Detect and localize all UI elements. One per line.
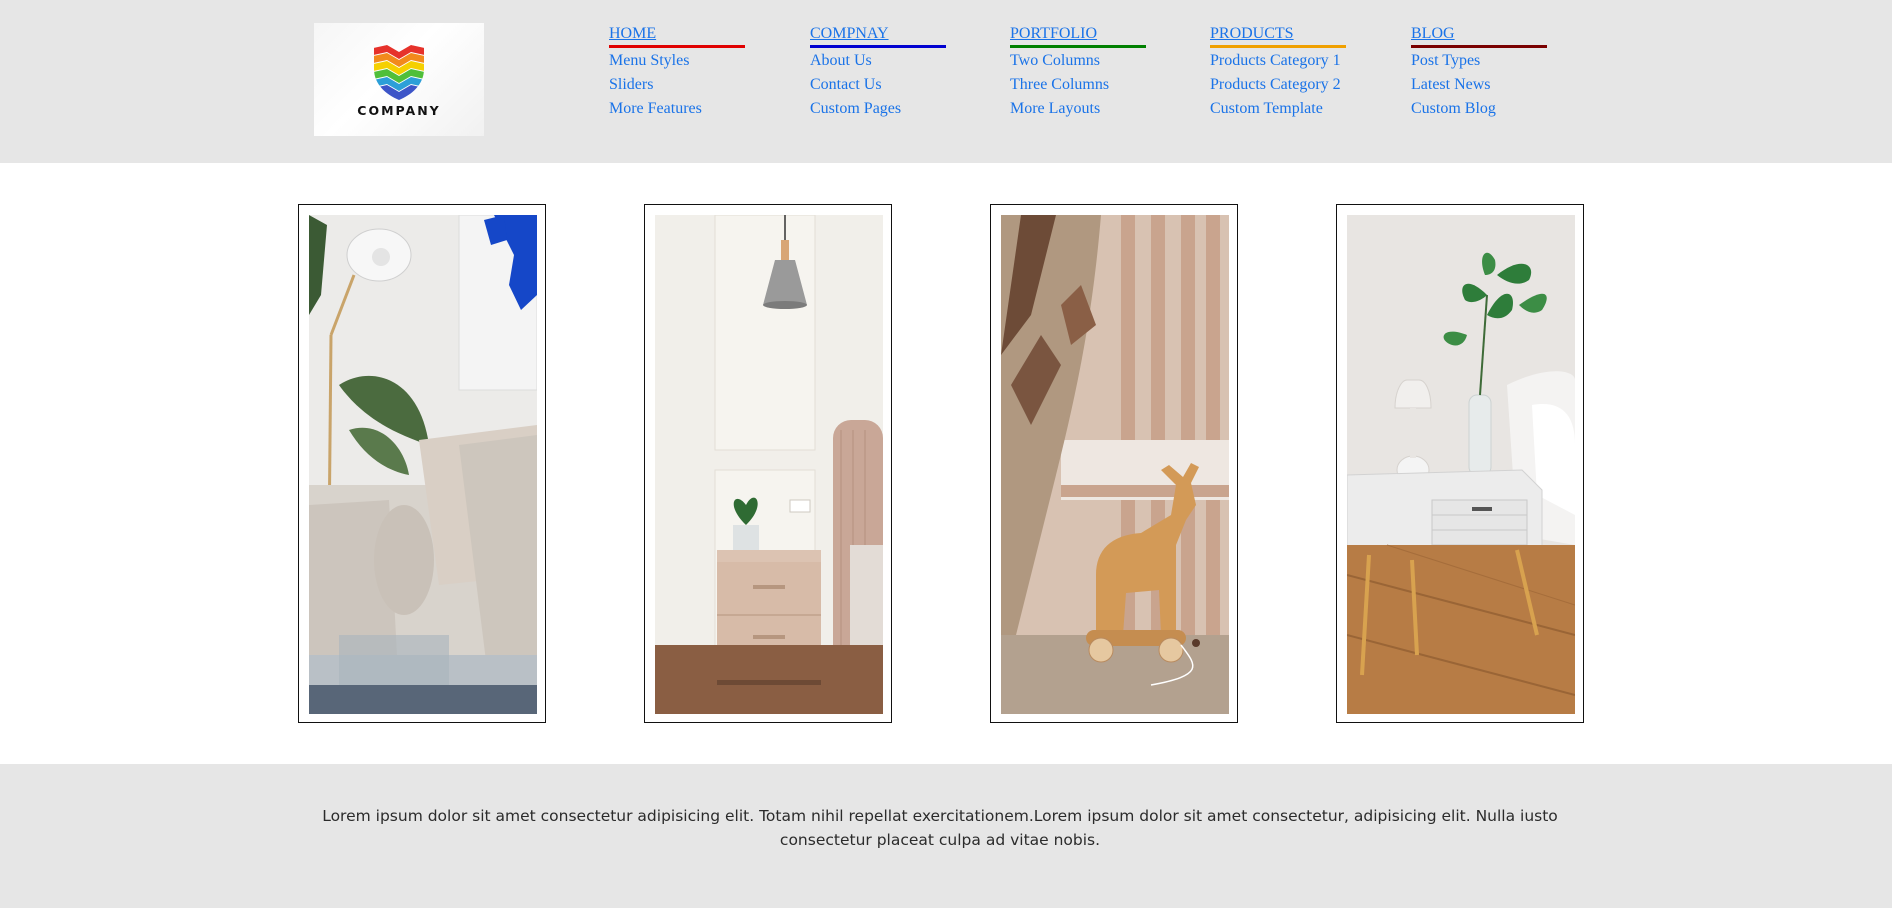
shield-logo-icon bbox=[374, 45, 424, 100]
nav-underline bbox=[810, 45, 946, 48]
nav-title-blog[interactable]: BLOG bbox=[1411, 24, 1551, 45]
nav-item-menu-styles[interactable]: Menu Styles bbox=[609, 49, 749, 73]
site-header: COMPANY HOME Menu Styles Sliders More Fe… bbox=[0, 0, 1892, 163]
logo-text: COMPANY bbox=[357, 103, 441, 118]
nav-title-products[interactable]: PRODUCTS bbox=[1210, 24, 1350, 45]
nav-title-home[interactable]: HOME bbox=[609, 24, 749, 45]
nav-item-custom-pages[interactable]: Custom Pages bbox=[810, 97, 950, 121]
nav-item-contact-us[interactable]: Contact Us bbox=[810, 73, 950, 97]
footer-text: Lorem ipsum dolor sit amet consectetur a… bbox=[322, 807, 1558, 849]
nav-item-sliders[interactable]: Sliders bbox=[609, 73, 749, 97]
nav-item-latest-news[interactable]: Latest News bbox=[1411, 73, 1551, 97]
gallery-card[interactable] bbox=[990, 204, 1238, 723]
nav-underline bbox=[1010, 45, 1146, 48]
nav-item-more-layouts[interactable]: More Layouts bbox=[1010, 97, 1150, 121]
nav-column-company: COMPNAY About Us Contact Us Custom Pages bbox=[810, 24, 950, 121]
nav-title-company[interactable]: COMPNAY bbox=[810, 24, 950, 45]
gallery-card[interactable] bbox=[644, 204, 892, 723]
nav-item-more-features[interactable]: More Features bbox=[609, 97, 749, 121]
gallery-photo-white-nightstand bbox=[1347, 215, 1575, 714]
nav-column-home: HOME Menu Styles Sliders More Features bbox=[609, 24, 749, 121]
nav-item-products-category-2[interactable]: Products Category 2 bbox=[1210, 73, 1350, 97]
nav-column-products: PRODUCTS Products Category 1 Products Ca… bbox=[1210, 24, 1350, 121]
company-logo[interactable]: COMPANY bbox=[314, 23, 484, 136]
gallery-photo-living-room bbox=[309, 215, 537, 714]
gallery-photo-toy-deer bbox=[1001, 215, 1229, 714]
nav-item-post-types[interactable]: Post Types bbox=[1411, 49, 1551, 73]
gallery-card[interactable] bbox=[298, 204, 546, 723]
nav-item-about-us[interactable]: About Us bbox=[810, 49, 950, 73]
nav-column-blog: BLOG Post Types Latest News Custom Blog bbox=[1411, 24, 1551, 121]
nav-column-portfolio: PORTFOLIO Two Columns Three Columns More… bbox=[1010, 24, 1150, 121]
nav-title-portfolio[interactable]: PORTFOLIO bbox=[1010, 24, 1150, 45]
nav-item-custom-template[interactable]: Custom Template bbox=[1210, 97, 1350, 121]
gallery-photo-bedroom-nightstand bbox=[655, 215, 883, 714]
nav-underline bbox=[1210, 45, 1346, 48]
site-footer: Lorem ipsum dolor sit amet consectetur a… bbox=[0, 764, 1892, 908]
nav-underline bbox=[609, 45, 745, 48]
gallery-card[interactable] bbox=[1336, 204, 1584, 723]
nav-item-three-columns[interactable]: Three Columns bbox=[1010, 73, 1150, 97]
nav-item-two-columns[interactable]: Two Columns bbox=[1010, 49, 1150, 73]
nav-item-products-category-1[interactable]: Products Category 1 bbox=[1210, 49, 1350, 73]
nav-underline bbox=[1411, 45, 1547, 48]
nav-item-custom-blog[interactable]: Custom Blog bbox=[1411, 97, 1551, 121]
